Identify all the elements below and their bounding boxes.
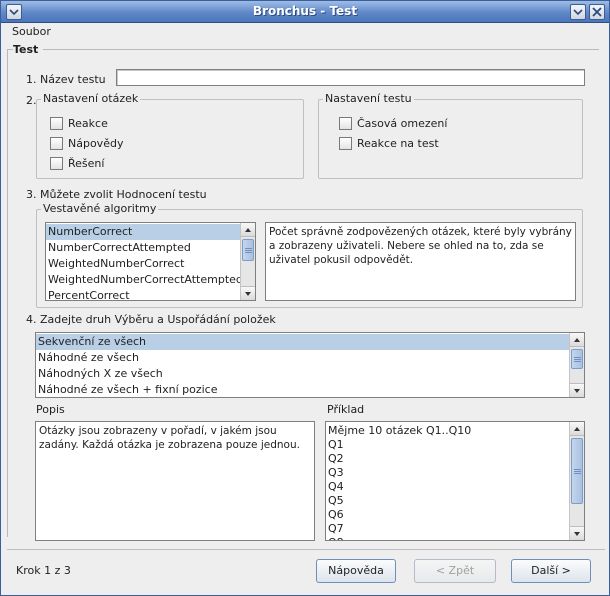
test-settings-title: Nastavení testu	[323, 92, 414, 105]
test-reaction-label: Reakce na test	[357, 137, 439, 150]
scroll-up-icon[interactable]	[241, 223, 255, 237]
panel-border	[7, 49, 8, 537]
time-limit-label: Časová omezení	[357, 117, 448, 130]
time-limit-checkbox[interactable]	[339, 117, 352, 130]
example-line: Mějme 10 otázek Q1..Q10	[328, 424, 472, 437]
reakce-checkbox[interactable]	[50, 117, 63, 130]
scroll-thumb[interactable]	[571, 349, 583, 369]
test-name-label: 1. Název testu	[26, 73, 106, 86]
algorithm-description[interactable]: Počet správně zodpovězených otázek, kter…	[265, 222, 576, 301]
next-button[interactable]: Další >	[511, 559, 591, 583]
example-area[interactable]: Mějme 10 otázek Q1..Q10 Q1 Q2 Q3 Q4 Q5 Q…	[325, 421, 585, 541]
scroll-thumb[interactable]	[571, 438, 583, 504]
list-item[interactable]: Náhodných X ze všech	[36, 366, 570, 382]
ordering-description[interactable]: Otázky jsou zobrazeny v pořadí, v jakém …	[35, 421, 315, 541]
window-menu-icon[interactable]	[6, 4, 22, 20]
scroll-down-icon[interactable]	[570, 526, 584, 540]
scroll-down-icon[interactable]	[241, 286, 255, 300]
list-item[interactable]: Sekvenční ze všech	[36, 334, 570, 350]
ordering-label: 4. Zadejte druh Výběru a Uspořádání polo…	[26, 313, 276, 326]
menu-bar: Soubor	[1, 23, 609, 41]
list-item[interactable]: WeightedNumberCorrectAttempted	[46, 272, 243, 288]
question-settings-title: Nastavení otázek	[41, 92, 141, 105]
example-line: Q8	[326, 535, 344, 540]
description-label: Popis	[36, 403, 65, 416]
algorithm-list[interactable]: NumberCorrect NumberCorrectAttempted Wei…	[45, 222, 256, 301]
evaluation-label: 3. Můžete zvolit Hodnocení testu	[26, 188, 207, 201]
footer-divider	[7, 549, 605, 550]
app-window: Bronchus - Test Soubor Test 1. Název tes…	[0, 0, 610, 596]
panel-divider	[43, 49, 599, 50]
example-label: Příklad	[327, 403, 365, 416]
scroll-thumb[interactable]	[242, 239, 254, 261]
reakce-label: Reakce	[68, 117, 108, 130]
step-indicator: Krok 1 z 3	[16, 564, 71, 577]
close-icon[interactable]	[589, 4, 605, 20]
step2-number: 2.	[26, 94, 37, 107]
scroll-up-icon[interactable]	[570, 422, 584, 436]
back-button[interactable]: < Zpět	[414, 559, 496, 583]
list-item[interactable]: NumberCorrect	[46, 224, 241, 240]
list-item[interactable]: WeightedNumberCorrect	[46, 256, 241, 272]
list-item[interactable]: Náhodné ze všech + fixní pozice	[36, 382, 570, 397]
menu-file[interactable]: Soubor	[12, 25, 51, 38]
example-scrollbar[interactable]	[569, 422, 584, 540]
napovedy-checkbox[interactable]	[50, 137, 63, 150]
list-item[interactable]: PercentCorrect	[46, 288, 241, 300]
scroll-down-icon[interactable]	[570, 383, 584, 397]
list-item[interactable]: Náhodné ze všech	[36, 350, 570, 366]
panel-title: Test	[13, 43, 39, 56]
test-reaction-checkbox[interactable]	[339, 137, 352, 150]
test-name-input[interactable]	[116, 69, 585, 86]
napovedy-label: Nápovědy	[68, 137, 124, 150]
reseni-label: Řešení	[68, 157, 105, 170]
reseni-checkbox[interactable]	[50, 157, 63, 170]
minimize-icon[interactable]	[570, 4, 586, 20]
ordering-list[interactable]: Sekvenční ze všech Náhodné ze všech Náho…	[35, 332, 585, 398]
list-item[interactable]: NumberCorrectAttempted	[46, 240, 241, 256]
panel-border-corner	[7, 49, 13, 50]
window-title: Bronchus - Test	[252, 4, 358, 18]
scroll-up-icon[interactable]	[570, 333, 584, 347]
algorithm-scrollbar[interactable]	[240, 223, 255, 300]
title-bar[interactable]: Bronchus - Test	[1, 1, 609, 23]
builtin-algorithms-title: Vestavěné algoritmy	[41, 202, 159, 215]
ordering-scrollbar[interactable]	[569, 333, 584, 397]
help-button[interactable]: Nápověda	[316, 559, 396, 583]
